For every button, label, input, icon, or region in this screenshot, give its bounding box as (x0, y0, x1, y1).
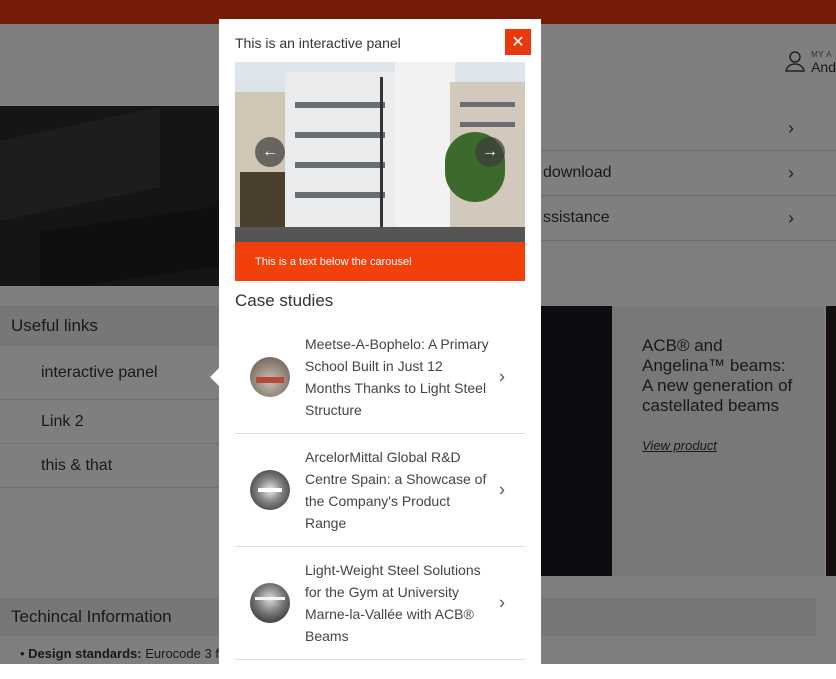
chevron-right-icon: › (499, 479, 505, 500)
case-study-item[interactable]: Meetse-A-Bophelo: A Primary School Built… (235, 321, 525, 434)
case-study-item[interactable]: Light-Weight Steel Solutions for the Gym… (235, 547, 525, 660)
chevron-right-icon: › (499, 592, 505, 613)
case-studies-list: Meetse-A-Bophelo: A Primary School Built… (235, 321, 525, 660)
carousel-caption: This is a text below the carousel (235, 242, 525, 281)
case-study-title: ArcelorMittal Global R&D Centre Spain: a… (305, 449, 487, 531)
chevron-right-icon: › (499, 366, 505, 387)
interactive-panel: This is an interactive panel ✕ ← → This … (219, 19, 541, 679)
case-study-thumbnail (250, 583, 290, 623)
arrow-right-icon: → (482, 143, 498, 160)
carousel-prev-button[interactable]: ← (255, 137, 285, 167)
close-icon: ✕ (511, 34, 525, 51)
image-carousel: ← → (235, 62, 525, 242)
case-study-item[interactable]: ArcelorMittal Global R&D Centre Spain: a… (235, 434, 525, 547)
case-study-thumbnail (250, 357, 290, 397)
close-button[interactable]: ✕ (505, 29, 531, 55)
carousel-next-button[interactable]: → (475, 137, 505, 167)
arrow-left-icon: ← (262, 143, 278, 160)
panel-title: This is an interactive panel (235, 35, 401, 51)
case-study-title: Meetse-A-Bophelo: A Primary School Built… (305, 336, 489, 418)
case-studies-title: Case studies (235, 291, 334, 310)
case-study-thumbnail (250, 470, 290, 510)
case-study-title: Light-Weight Steel Solutions for the Gym… (305, 562, 481, 644)
